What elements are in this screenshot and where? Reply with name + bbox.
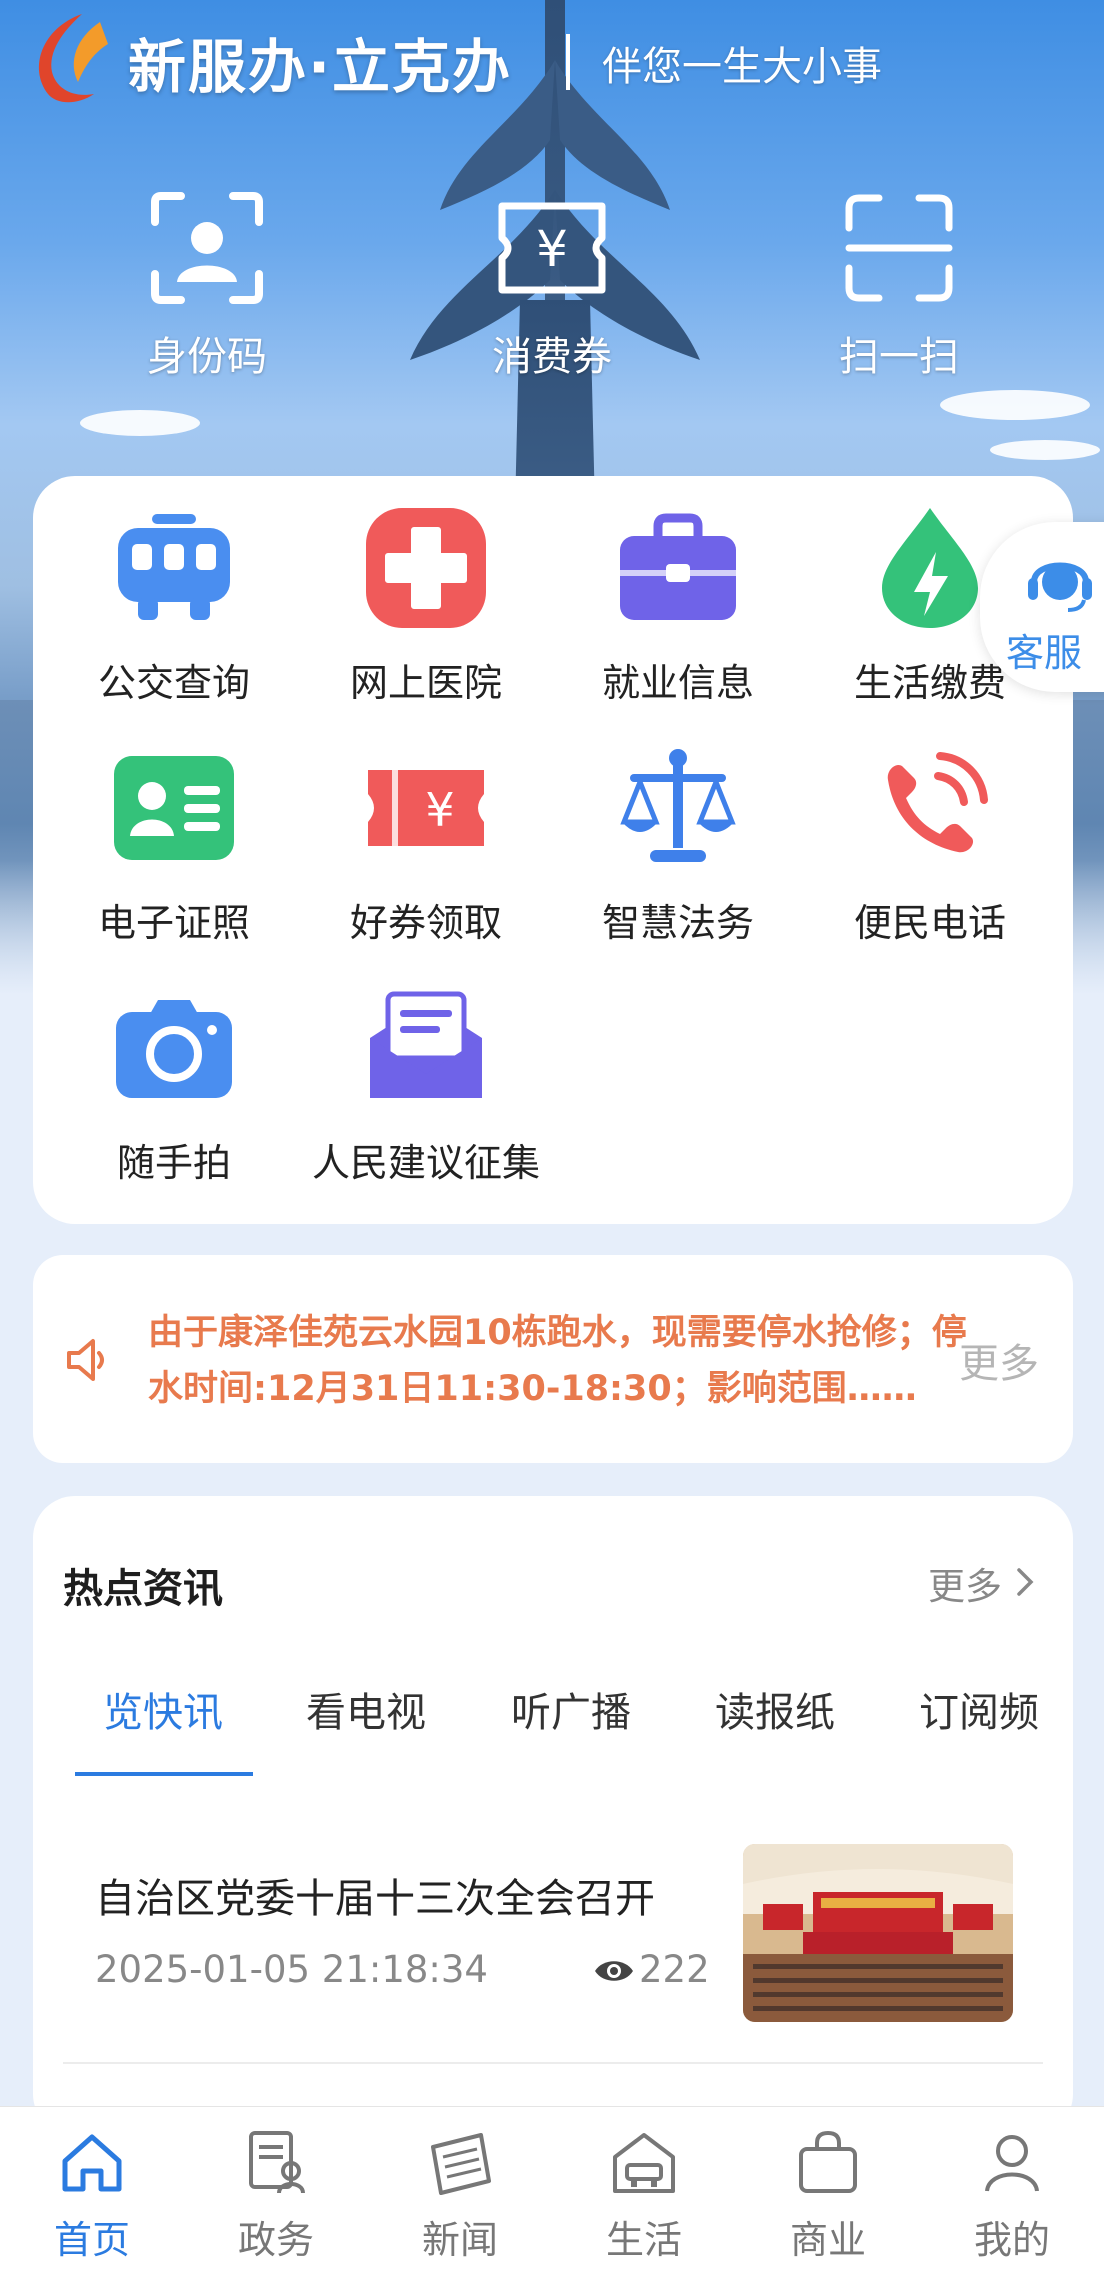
service-label: 便民电话 [853, 901, 1006, 945]
id-card-icon [114, 756, 234, 860]
camera-icon [116, 1000, 232, 1098]
newspaper-icon [431, 2133, 491, 2195]
service-label: 好券领取 [349, 901, 502, 945]
customer-service-button[interactable]: 客服 [980, 522, 1104, 692]
service-label: 随手拍 [116, 1141, 231, 1185]
service-label: 公交查询 [97, 661, 250, 705]
life-icon [613, 2133, 675, 2193]
service-public-suggestion[interactable]: 人民建议征集 [300, 986, 552, 1187]
services-grid: 公交查询 网上医院 就业信息 生活缴费 电子证照 ¥ 好券领取 智慧法务 便民电… [33, 476, 1073, 1224]
quick-action-id-code[interactable]: 身份码 [92, 188, 322, 382]
notice-banner[interactable]: 由于康泽佳苑云水园10栋跑水，现需要停水抢修；停水时间:12月31日11:30-… [33, 1255, 1073, 1463]
nav-label: 政务 [237, 2218, 314, 2262]
nav-label: 我的 [973, 2218, 1050, 2262]
home-icon [62, 2134, 122, 2192]
nav-label: 新闻 [421, 2218, 498, 2262]
quick-action-label: 身份码 [147, 334, 267, 380]
nav-label: 商业 [789, 2218, 866, 2262]
tab-express-news[interactable]: 览快讯 [103, 1680, 223, 1738]
svg-text:¥: ¥ [425, 783, 454, 837]
app-brand-title: 新服办·立克办 [128, 33, 513, 101]
phone-icon [887, 752, 988, 853]
tab-listen-radio[interactable]: 听广播 [511, 1680, 631, 1738]
quick-action-label: 扫一扫 [839, 334, 959, 380]
service-smart-legal[interactable]: 智慧法务 [552, 746, 804, 947]
notice-more-link[interactable]: 更多 [959, 1331, 1039, 1389]
service-label: 就业信息 [601, 661, 754, 705]
tab-subscribe[interactable]: 订阅频 [919, 1680, 1039, 1738]
notice-text: 由于康泽佳苑云水园10栋跑水，现需要停水抢修；停水时间:12月31日11:30-… [148, 1313, 967, 1409]
hot-news-panel: 热点资讯 更多 览快讯 看电视 听广播 读报纸 订阅频 自治区党委十届十三次全会… [33, 1496, 1073, 2136]
briefcase-icon [620, 513, 736, 620]
view-count: 222 [639, 1948, 710, 1991]
logo-icon [38, 14, 108, 103]
eye-icon [595, 1961, 633, 1981]
service-label: 电子证照 [97, 901, 250, 945]
quick-action-label: 消费券 [492, 334, 612, 380]
service-employment-info[interactable]: 就业信息 [552, 506, 804, 707]
id-code-icon [151, 192, 263, 304]
nav-home[interactable]: 首页 [0, 2127, 184, 2264]
service-label: 网上医院 [349, 661, 502, 705]
tab-read-newspaper[interactable]: 读报纸 [715, 1680, 835, 1738]
service-coupon-claim[interactable]: ¥ 好券领取 [300, 746, 552, 947]
government-affairs-icon [249, 2131, 305, 2194]
tab-watch-tv[interactable]: 看电视 [306, 1680, 426, 1738]
headset-icon [1028, 562, 1092, 612]
nav-government[interactable]: 政务 [184, 2127, 368, 2264]
article-thumbnail[interactable] [743, 1844, 1013, 2022]
profile-icon [985, 2135, 1039, 2192]
service-label: 智慧法务 [601, 901, 754, 945]
service-label: 人民建议征集 [311, 1141, 540, 1185]
hospital-cross-icon [366, 508, 486, 628]
bus-icon [118, 514, 230, 620]
brand-divider [566, 34, 570, 90]
mail-icon [370, 991, 482, 1098]
scales-icon [620, 749, 736, 862]
article-title[interactable]: 自治区党委十届十三次全会召开 [95, 1866, 655, 1924]
speaker-icon [67, 1339, 104, 1381]
voucher-icon: ¥ [498, 202, 606, 294]
nav-profile[interactable]: 我的 [920, 2127, 1104, 2264]
shopping-bag-icon [799, 2130, 857, 2193]
nav-label: 首页 [53, 2218, 130, 2262]
service-bus-query[interactable]: 公交查询 [48, 506, 300, 707]
customer-service-label: 客服 [1006, 631, 1083, 675]
service-convenience-phone[interactable]: 便民电话 [804, 746, 1056, 947]
energy-drop-icon [882, 508, 978, 628]
active-tab-indicator [75, 1772, 253, 1776]
bottom-tab-bar: 首页 政务 新闻 生活 商业 我的 [0, 2106, 1104, 2271]
service-online-hospital[interactable]: 网上医院 [300, 506, 552, 707]
article-date: 2025-01-05 21:18:34 [95, 1948, 488, 1991]
app-slogan: 伴您一生大小事 [602, 44, 882, 90]
service-e-license[interactable]: 电子证照 [48, 746, 300, 947]
chevron-right-icon[interactable] [1015, 1566, 1037, 1598]
quick-action-scan[interactable]: 扫一扫 [784, 188, 1014, 382]
service-snapshot[interactable]: 随手拍 [48, 986, 300, 1187]
nav-news[interactable]: 新闻 [368, 2127, 552, 2264]
svg-text:¥: ¥ [536, 220, 568, 278]
coupon-icon: ¥ [368, 770, 484, 846]
nav-label: 生活 [605, 2218, 682, 2262]
news-more-link[interactable]: 更多 [928, 1556, 1002, 1610]
nav-business[interactable]: 商业 [736, 2127, 920, 2264]
quick-action-voucher[interactable]: ¥ 消费券 [437, 188, 667, 382]
section-title: 热点资讯 [63, 1566, 223, 1612]
divider [63, 2062, 1043, 2064]
scan-icon [845, 194, 953, 302]
nav-life[interactable]: 生活 [552, 2127, 736, 2264]
